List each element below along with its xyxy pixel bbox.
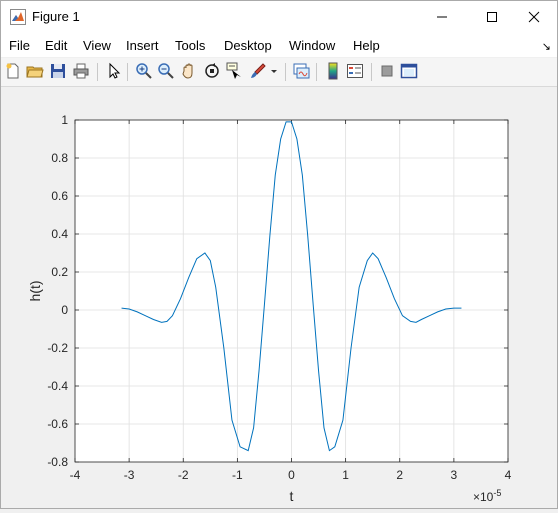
y-tick-label: -0.4 [47, 379, 68, 393]
minimize-button[interactable] [419, 1, 465, 33]
zoom-in-icon[interactable] [135, 62, 153, 80]
x-exponent-base: ×10 [473, 490, 494, 504]
x-tick-label: 1 [342, 468, 349, 482]
maximize-icon [487, 12, 497, 22]
legend-icon[interactable] [346, 62, 364, 80]
figure-window: Figure 1 File Edit View Insert Tools Des… [0, 0, 558, 509]
toolbar-separator [127, 63, 128, 81]
figure-toolbar [1, 58, 557, 87]
brush-dropdown-icon[interactable] [269, 62, 279, 80]
y-tick-label: 0.6 [51, 189, 68, 203]
menu-help[interactable]: Help [353, 38, 380, 53]
rotate-3d-icon[interactable] [203, 62, 221, 80]
menu-file[interactable]: File [9, 38, 30, 53]
title-bar[interactable]: Figure 1 [1, 1, 557, 33]
y-tick-label: -0.6 [47, 417, 68, 431]
y-tick-label: -0.8 [47, 455, 68, 469]
x-tick-label: -2 [178, 468, 189, 482]
y-tick-label: 0.2 [51, 265, 68, 279]
colorbar-icon[interactable] [324, 62, 342, 80]
y-tick-labels: -0.8 -0.6 -0.4 -0.2 0 0.2 0.4 0.6 0.8 1 [47, 113, 68, 469]
menu-desktop[interactable]: Desktop [224, 38, 272, 53]
x-tick-labels: -4 -3 -2 -1 0 1 2 3 4 [70, 468, 512, 482]
close-button[interactable] [511, 1, 557, 33]
hide-plot-tools-icon[interactable] [378, 62, 396, 80]
toolbar-separator [285, 63, 286, 81]
zoom-out-icon[interactable] [157, 62, 175, 80]
data-cursor-icon[interactable] [226, 62, 244, 80]
menu-window[interactable]: Window [289, 38, 335, 53]
close-icon [528, 11, 540, 23]
new-figure-icon[interactable] [4, 62, 22, 80]
window-title: Figure 1 [32, 9, 80, 24]
x-tick-label: 3 [451, 468, 458, 482]
open-file-icon[interactable] [26, 62, 44, 80]
show-plot-tools-icon[interactable] [400, 62, 418, 80]
y-tick-label: 0.4 [51, 227, 68, 241]
toolbar-separator [316, 63, 317, 81]
print-icon[interactable] [72, 62, 90, 80]
minimize-icon [437, 16, 447, 18]
maximize-button[interactable] [469, 1, 515, 33]
menu-tools[interactable]: Tools [175, 38, 205, 53]
menu-overflow-icon[interactable]: ↘ [542, 40, 551, 53]
toolbar-separator [97, 63, 98, 81]
y-tick-label: 0.8 [51, 151, 68, 165]
x-exponent-power: -5 [493, 488, 501, 498]
figure-canvas[interactable]: -4 -3 -2 -1 0 1 2 3 4 -0.8 -0.6 -0.4 -0.2 0 0.2 0.4 0.6… [1, 87, 557, 508]
toolbar-separator [371, 63, 372, 81]
x-tick-label: -3 [124, 468, 135, 482]
x-tick-label: 4 [505, 468, 512, 482]
plot-svg[interactable]: -4 -3 -2 -1 0 1 2 3 4 -0.8 -0.6 -0.4 -0.2 0 0.2 0.4 0.6… [1, 87, 557, 508]
x-tick-label: 2 [396, 468, 403, 482]
y-tick-label: -0.2 [47, 341, 68, 355]
menu-edit[interactable]: Edit [45, 38, 67, 53]
x-tick-label: -1 [232, 468, 243, 482]
y-axis-label: h(t) [27, 281, 43, 302]
link-plot-icon[interactable] [292, 62, 310, 80]
pan-icon[interactable] [180, 62, 198, 80]
x-tick-label: -4 [70, 468, 81, 482]
menu-insert[interactable]: Insert [126, 38, 159, 53]
matlab-icon [10, 9, 26, 25]
menu-bar: File Edit View Insert Tools Desktop Wind… [1, 33, 557, 57]
y-tick-label: 0 [61, 303, 68, 317]
edit-plot-icon[interactable] [105, 62, 123, 80]
x-tick-label: 0 [288, 468, 295, 482]
y-tick-label: 1 [61, 113, 68, 127]
brush-icon[interactable] [249, 62, 267, 80]
x-axis-label: t [290, 488, 294, 504]
x-exponent-label: ×10-5 [473, 488, 501, 504]
save-icon[interactable] [49, 62, 67, 80]
menu-view[interactable]: View [83, 38, 111, 53]
